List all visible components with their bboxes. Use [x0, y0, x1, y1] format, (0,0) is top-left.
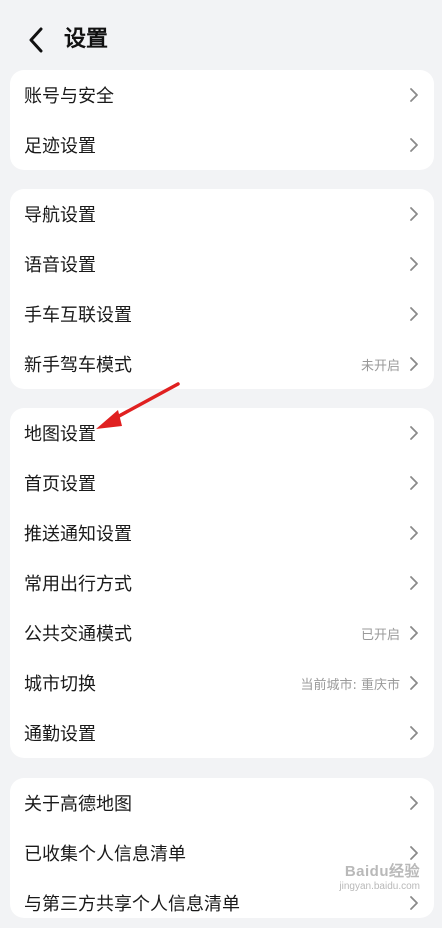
- row-about[interactable]: 关于高德地图: [10, 778, 434, 828]
- settings-group-account: 账号与安全 足迹设置: [10, 70, 434, 170]
- back-button[interactable]: [22, 26, 50, 54]
- row-home-settings[interactable]: 首页设置: [10, 458, 434, 508]
- status-text: 当前城市: 重庆市: [300, 677, 400, 693]
- row-push-notifications[interactable]: 推送通知设置: [10, 508, 434, 558]
- status-text: 已开启: [360, 627, 400, 643]
- row-phone-car-link[interactable]: 手车互联设置: [10, 289, 434, 339]
- chevron-right-icon: [408, 895, 420, 911]
- chevron-right-icon: [408, 475, 420, 491]
- row-label: 手车互联设置: [24, 305, 132, 326]
- watermark-logo: Baidu经验: [344, 863, 420, 880]
- row-label: 语音设置: [24, 255, 96, 276]
- row-label: 账号与安全: [24, 86, 114, 107]
- watermark: Baidu经验 jingyan.baidu.com: [339, 860, 420, 892]
- row-label: 足迹设置: [24, 136, 96, 157]
- watermark-url: jingyan.baidu.com: [339, 881, 420, 892]
- row-public-transit[interactable]: 公共交通模式 已开启: [10, 608, 434, 658]
- row-voice[interactable]: 语音设置: [10, 239, 434, 289]
- chevron-right-icon: [408, 137, 420, 153]
- row-label: 公共交通模式: [24, 624, 132, 645]
- chevron-right-icon: [408, 356, 420, 372]
- row-city-switch[interactable]: 城市切换 当前城市: 重庆市: [10, 658, 434, 708]
- row-label: 城市切换: [24, 674, 96, 695]
- row-account-security[interactable]: 账号与安全: [10, 70, 434, 120]
- chevron-right-icon: [408, 725, 420, 741]
- row-label: 新手驾车模式: [24, 355, 132, 376]
- chevron-right-icon: [408, 256, 420, 272]
- row-label: 首页设置: [24, 474, 96, 495]
- page-title: 设置: [64, 27, 109, 52]
- chevron-right-icon: [408, 575, 420, 591]
- chevron-right-icon: [408, 306, 420, 322]
- chevron-right-icon: [408, 795, 420, 811]
- row-label: 推送通知设置: [24, 524, 132, 545]
- row-label: 关于高德地图: [24, 794, 132, 815]
- row-novice-mode[interactable]: 新手驾车模式 未开启: [10, 339, 434, 389]
- row-footprint[interactable]: 足迹设置: [10, 120, 434, 170]
- row-label: 与第三方共享个人信息清单: [24, 894, 240, 915]
- chevron-left-icon: [29, 27, 43, 53]
- row-label: 地图设置: [24, 424, 96, 445]
- settings-group-about: 关于高德地图 已收集个人信息清单 与第三方共享个人信息清单: [10, 778, 434, 918]
- chevron-right-icon: [408, 625, 420, 641]
- settings-group-navigation: 导航设置 语音设置 手车互联设置 新手驾车模式 未开启: [10, 189, 434, 389]
- row-travel-mode[interactable]: 常用出行方式: [10, 558, 434, 608]
- chevron-right-icon: [408, 525, 420, 541]
- row-commute[interactable]: 通勤设置: [10, 708, 434, 758]
- header: 设置: [0, 0, 442, 80]
- row-label: 通勤设置: [24, 724, 96, 745]
- chevron-right-icon: [408, 87, 420, 103]
- row-label: 常用出行方式: [24, 574, 132, 595]
- status-text: 未开启: [360, 358, 400, 374]
- row-navigation[interactable]: 导航设置: [10, 189, 434, 239]
- chevron-right-icon: [408, 845, 420, 861]
- chevron-right-icon: [408, 675, 420, 691]
- chevron-right-icon: [408, 425, 420, 441]
- settings-group-map: 地图设置 首页设置 推送通知设置 常用出行方式 公共交通模式 已开启 城市切换 …: [10, 408, 434, 758]
- row-map-settings[interactable]: 地图设置: [10, 408, 434, 458]
- chevron-right-icon: [408, 206, 420, 222]
- row-label: 导航设置: [24, 205, 96, 226]
